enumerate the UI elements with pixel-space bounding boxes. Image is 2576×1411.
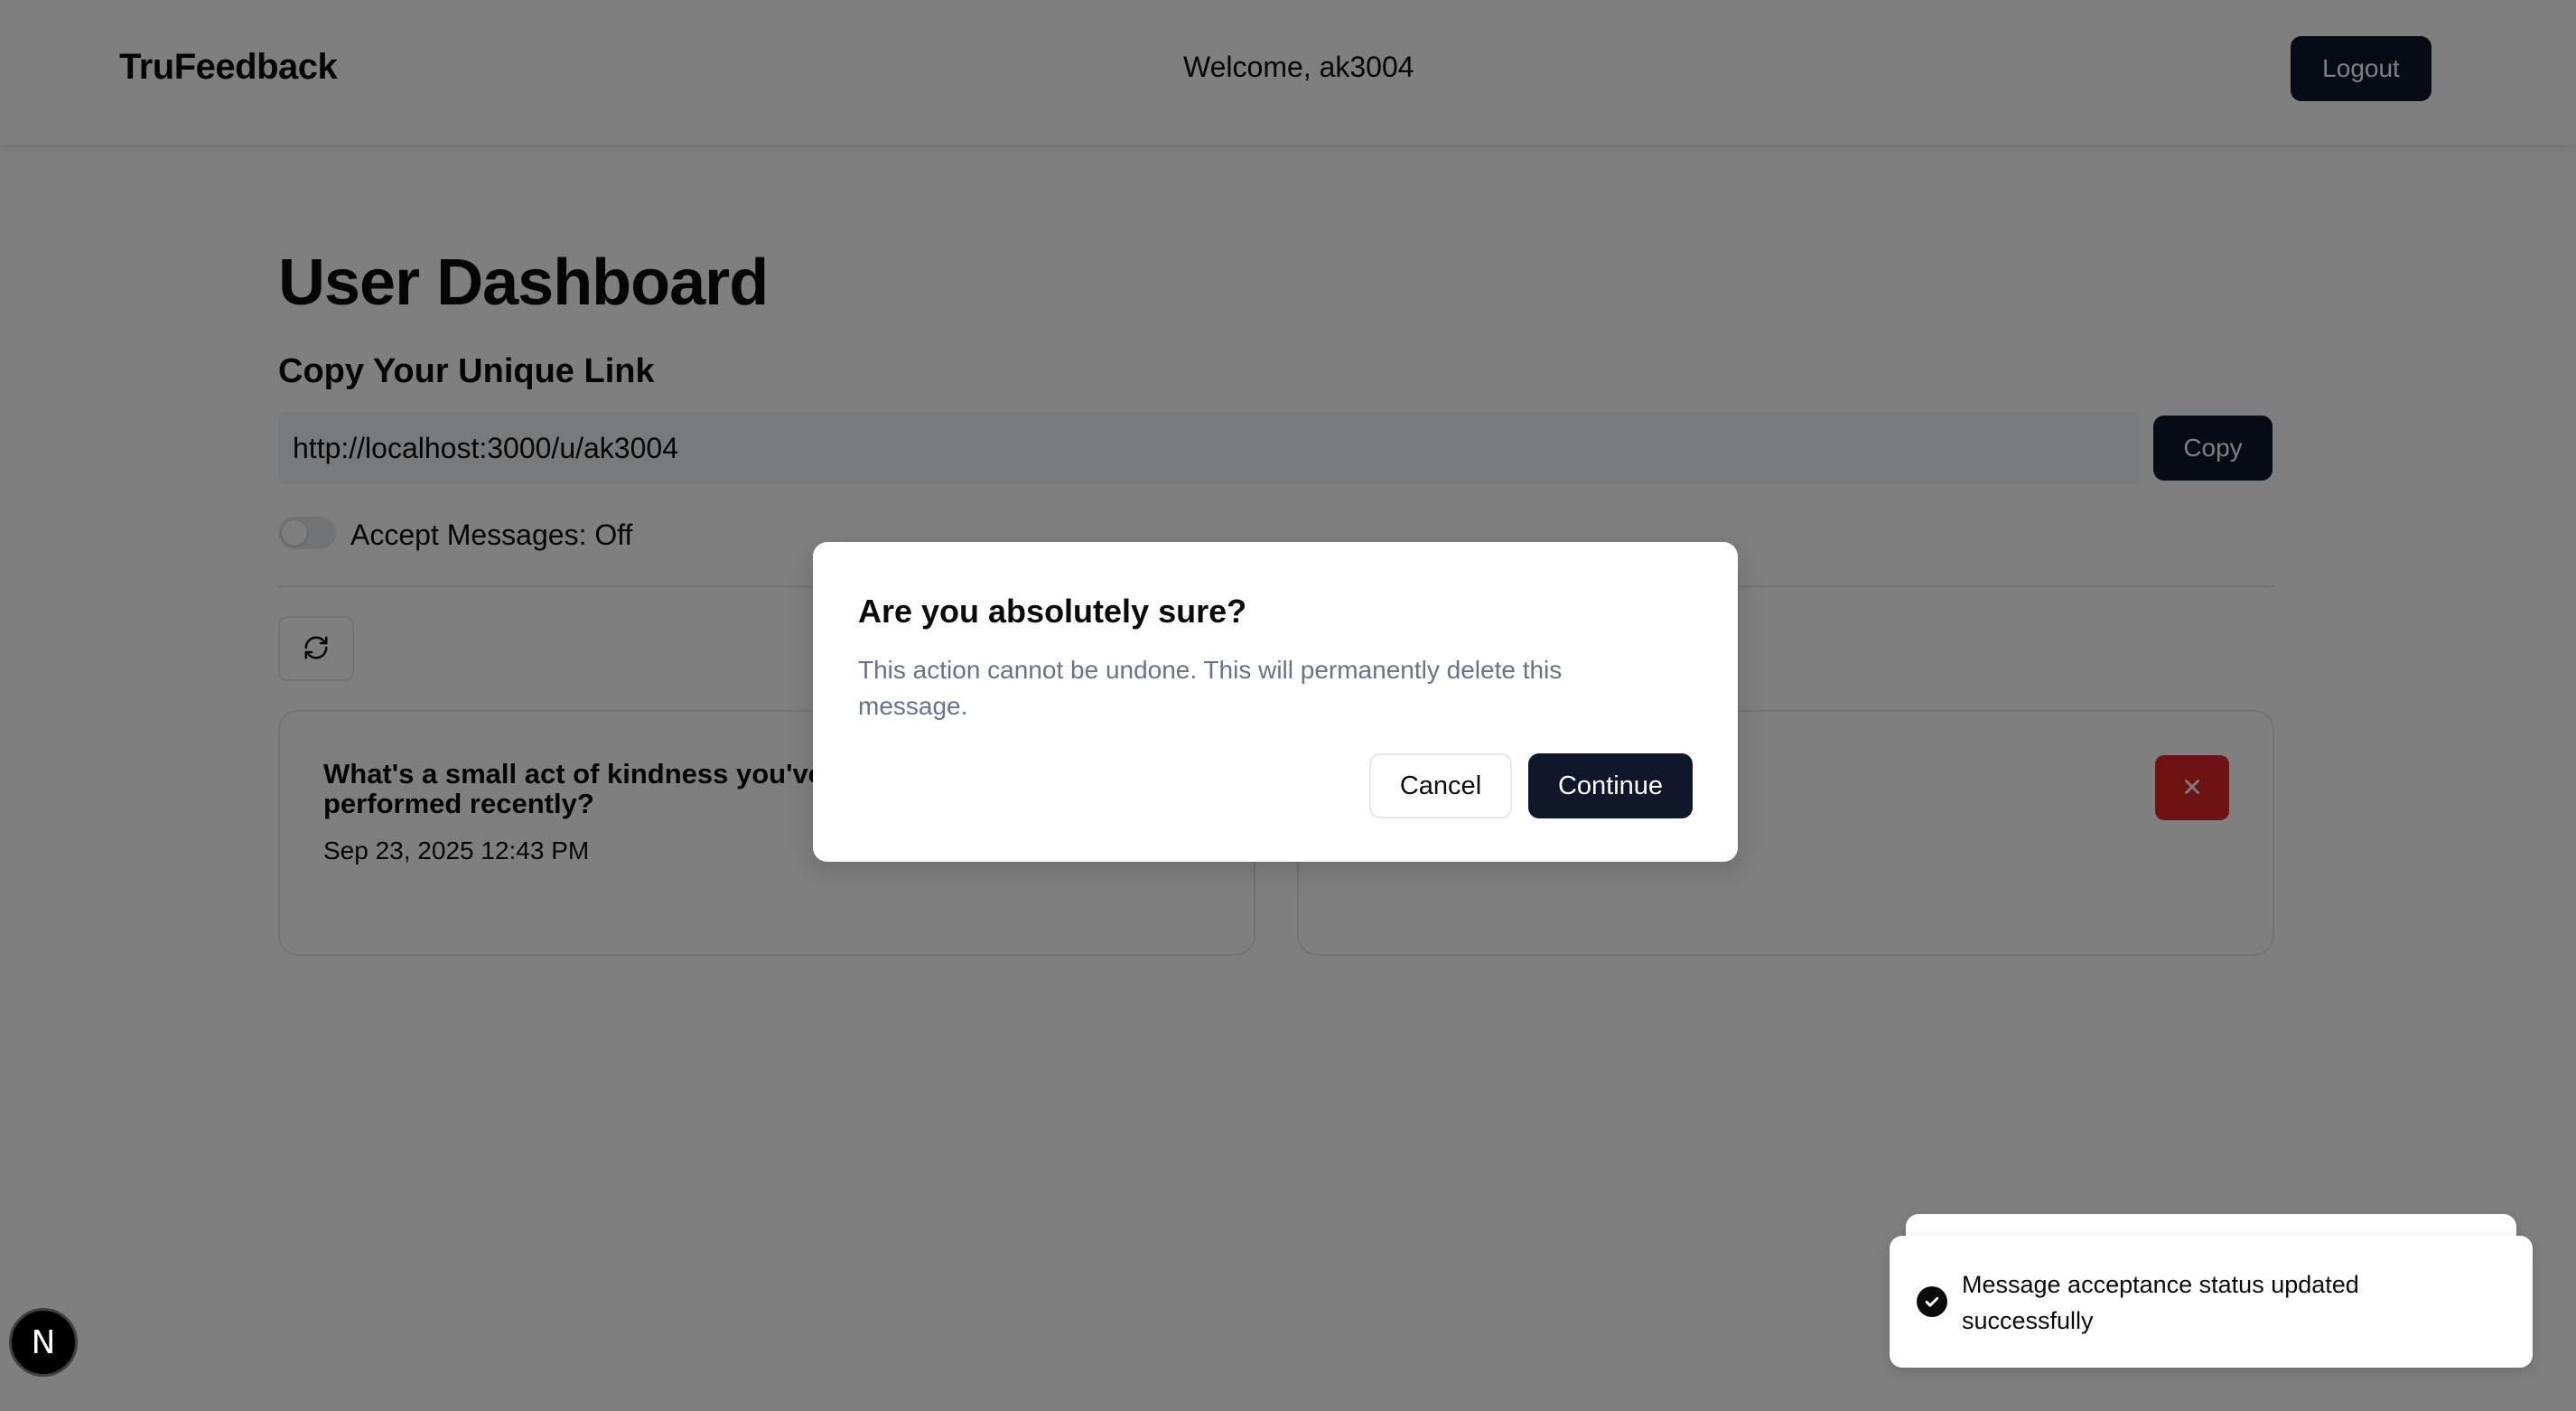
dialog-title: Are you absolutely sure? [858, 593, 1247, 630]
dialog-description: This action cannot be undone. This will … [858, 656, 1563, 720]
confirm-delete-dialog: Are you absolutely sure? This action can… [813, 542, 1738, 862]
success-toast[interactable]: Message acceptance status updated succes… [1890, 1236, 2533, 1368]
check-circle-icon [1917, 1286, 1947, 1317]
nextjs-logo-icon: N [31, 1323, 56, 1361]
continue-button[interactable]: Continue [1528, 753, 1693, 818]
nextjs-dev-badge[interactable]: N [9, 1308, 78, 1377]
toast-message: Message acceptance status updated succes… [1962, 1271, 2359, 1334]
cancel-button[interactable]: Cancel [1369, 753, 1512, 818]
